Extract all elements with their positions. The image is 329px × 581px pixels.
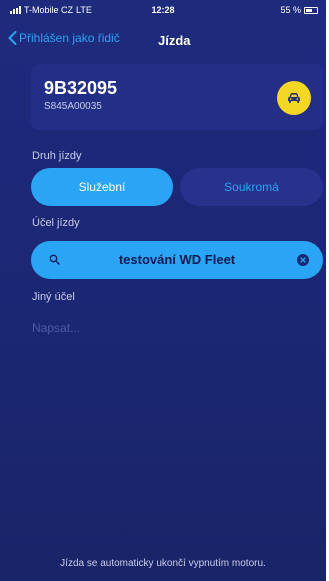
- nav-bar: Přihlášen jako řidič Jízda: [0, 28, 326, 54]
- battery-info: 55 %: [280, 5, 318, 15]
- battery-percent: 55 %: [280, 5, 301, 15]
- close-icon: [300, 257, 306, 263]
- other-purpose-input[interactable]: [32, 318, 312, 338]
- status-bar: T-Mobile CZ LTE 12:28 55 %: [0, 0, 326, 22]
- vehicle-button[interactable]: [277, 81, 311, 115]
- clear-button[interactable]: [297, 254, 309, 266]
- footer-note: Jízda se automaticky ukončí vypnutím mot…: [60, 558, 266, 569]
- app-screen: T-Mobile CZ LTE 12:28 55 % Přihlášen jak…: [0, 0, 329, 581]
- purpose-label: Účel jízdy: [32, 217, 80, 229]
- battery-icon: [304, 6, 318, 14]
- chevron-left-icon: [8, 31, 17, 45]
- vehicle-plate: 9B32095: [44, 78, 118, 98]
- purpose-field[interactable]: testování WD Fleet: [31, 241, 323, 279]
- trip-type-business[interactable]: Služební: [31, 168, 173, 206]
- back-label: Přihlášen jako řidič: [19, 31, 120, 45]
- trip-type-private[interactable]: Soukromá: [180, 168, 323, 206]
- car-icon: [288, 93, 300, 103]
- page-title: Jízda: [158, 33, 191, 48]
- other-purpose-label: Jiný účel: [32, 291, 75, 303]
- clock: 12:28: [151, 5, 175, 15]
- trip-type-label: Druh jízdy: [32, 150, 82, 162]
- back-button[interactable]: Přihlášen jako řidič: [8, 31, 120, 45]
- vehicle-vin: S845A00035: [44, 101, 102, 112]
- purpose-value: testování WD Fleet: [118, 252, 236, 267]
- vehicle-card: 9B32095 S845A00035: [31, 64, 323, 130]
